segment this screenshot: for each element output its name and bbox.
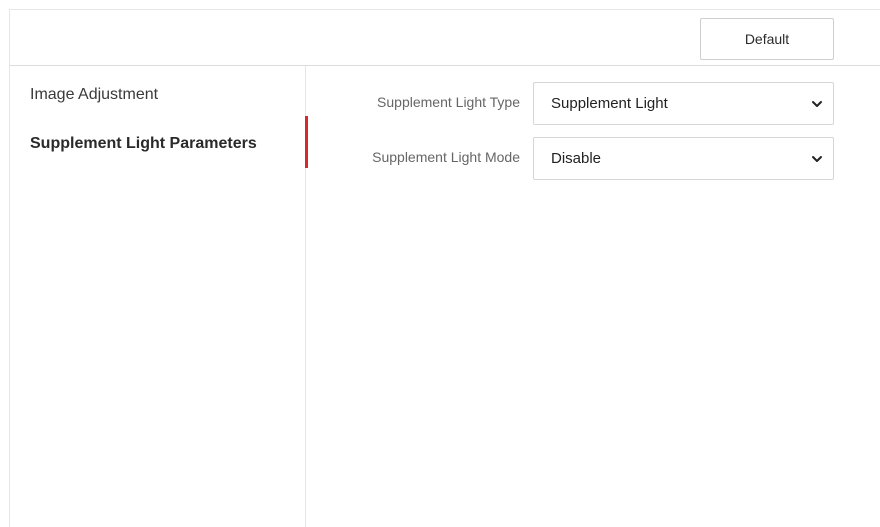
default-button[interactable]: Default	[700, 18, 834, 60]
supplement-light-type-value: Supplement Light	[551, 95, 668, 112]
sidebar-item-image-adjustment[interactable]: Image Adjustment	[30, 86, 158, 104]
supplement-light-mode-label: Supplement Light Mode	[372, 149, 520, 165]
supplement-light-mode-select[interactable]: Disable	[533, 137, 834, 180]
sidebar-item-supplement-light-parameters[interactable]: Supplement Light Parameters	[30, 135, 257, 153]
supplement-light-type-select[interactable]: Supplement Light	[533, 82, 834, 125]
settings-page: Default Image Adjustment Supplement Ligh…	[0, 0, 880, 527]
supplement-light-type-label: Supplement Light Type	[377, 94, 520, 110]
supplement-light-mode-value: Disable	[551, 150, 602, 167]
chevron-down-icon	[812, 101, 822, 107]
active-item-marker	[305, 116, 308, 168]
chevron-down-icon	[812, 156, 822, 162]
sidebar: Image Adjustment Supplement Light Parame…	[9, 66, 306, 527]
